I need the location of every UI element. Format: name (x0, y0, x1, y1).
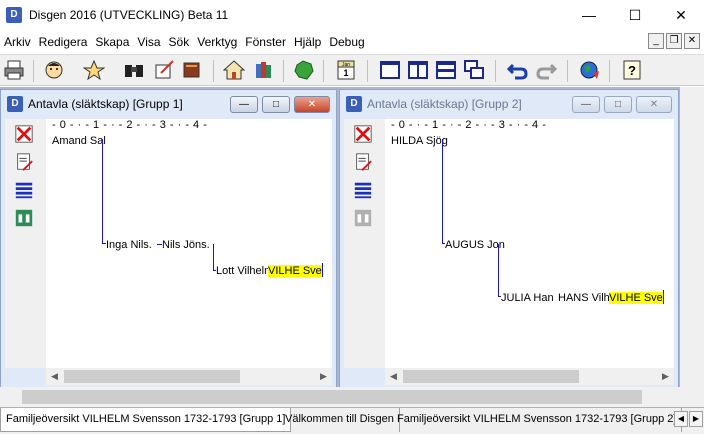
toolbar: Jan 1 ? (0, 54, 704, 86)
window-hscroll[interactable]: ◀ ▶ (385, 368, 674, 385)
menu-debug[interactable]: Debug (325, 35, 368, 49)
book-icon[interactable] (180, 58, 204, 82)
tab-scroll-right-icon[interactable]: ▶ (689, 411, 703, 427)
menu-arkiv[interactable]: Arkiv (0, 35, 35, 49)
person-generation-1-father[interactable]: Nils Jöns. (162, 239, 210, 251)
list-view-icon[interactable] (13, 179, 35, 201)
workspace-vscroll[interactable] (680, 87, 704, 387)
pedigree-canvas[interactable]: - 0 - · - 1 - · - 2 - · - 3 - · - 4 - HI… (385, 119, 674, 368)
delete-icon[interactable] (13, 123, 35, 145)
svg-text:1: 1 (343, 68, 348, 78)
scroll-right-arrow[interactable]: ▶ (657, 368, 674, 385)
menu-bar: Arkiv Redigera Skapa Visa Sök Verktyg Fö… (0, 31, 704, 53)
minimize-button[interactable]: — (566, 0, 612, 30)
window-icon: D (346, 96, 362, 112)
binoculars-icon[interactable] (122, 58, 146, 82)
search-binoculars-icon[interactable] (352, 207, 374, 229)
window-caption-title: Antavla (släktskap) [Grupp 1] (28, 97, 183, 111)
workspace-hscroll[interactable] (0, 387, 704, 407)
scroll-thumb[interactable] (403, 370, 579, 383)
child-close-button[interactable]: ✕ (294, 96, 330, 113)
side-toolbar (344, 119, 385, 368)
help-icon[interactable]: ? (620, 58, 644, 82)
tab-welcome[interactable]: Välkommen till Disgen (280, 408, 400, 432)
map-icon[interactable] (292, 58, 316, 82)
menu-hjalp[interactable]: Hjälp (290, 35, 325, 49)
person-generation-2-selected[interactable]: VILHE Sve (609, 292, 663, 304)
pedigree-window-group-1[interactable]: D Antavla (släktskap) [Grupp 1] — □ ✕ - … (0, 89, 337, 389)
generation-ruler: - 0 - · - 1 - · - 2 - · - 3 - · - 4 - (391, 119, 547, 131)
tab-family-overview-group-1[interactable]: Familjeöversikt VILHELM Svensson 1732-17… (0, 408, 292, 432)
person-generation-2-mother[interactable]: JULIA Han (501, 292, 554, 304)
layout-cascade-icon[interactable] (462, 58, 486, 82)
window-tab-bar: Familjeöversikt VILHELM Svensson 1732-17… (0, 407, 704, 434)
person-generation-0[interactable]: HILDA Sjög (391, 135, 448, 147)
child-maximize-button[interactable]: □ (604, 96, 632, 113)
child-maximize-button[interactable]: □ (262, 96, 290, 113)
pedigree-canvas[interactable]: - 0 - · - 1 - · - 2 - · - 3 - · - 4 - Am… (46, 119, 332, 368)
child-minimize-button[interactable]: — (572, 96, 600, 113)
globe-icon[interactable] (578, 58, 602, 82)
person-generation-1[interactable]: AUGUS Jon (445, 239, 505, 251)
scroll-thumb[interactable] (64, 370, 240, 383)
close-button[interactable]: ✕ (658, 0, 704, 30)
side-toolbar (5, 119, 46, 368)
person-generation-1-mother[interactable]: Inga Nils. (106, 239, 152, 251)
window-title: Disgen 2016 (UTVECKLING) Beta 11 (29, 8, 229, 22)
menu-verktyg[interactable]: Verktyg (193, 35, 241, 49)
title-bar: D Disgen 2016 (UTVECKLING) Beta 11 — ☐ ✕ (0, 0, 704, 30)
window-caption[interactable]: D Antavla (släktskap) [Grupp 1] — □ ✕ (1, 90, 336, 118)
delete-icon[interactable] (352, 123, 374, 145)
home-icon[interactable] (222, 58, 246, 82)
mdi-controls: _ ❐ ✕ (648, 33, 700, 49)
window-hscroll[interactable]: ◀ ▶ (46, 368, 332, 385)
person-star-icon[interactable] (82, 58, 106, 82)
person-icon[interactable] (42, 58, 66, 82)
scroll-left-arrow[interactable]: ◀ (385, 368, 402, 385)
person-generation-2-mother[interactable]: Lott Vilhelm (216, 265, 273, 277)
maximize-button[interactable]: ☐ (612, 0, 658, 30)
edit-document-icon[interactable] (352, 151, 374, 173)
mdi-minimize-button[interactable]: _ (648, 33, 664, 49)
list-view-icon[interactable] (352, 179, 374, 201)
menu-skapa[interactable]: Skapa (91, 35, 133, 49)
pedigree-window-group-2[interactable]: D Antavla (släktskap) [Grupp 2] — □ ✕ - … (339, 89, 679, 389)
person-generation-2-selected[interactable]: VILHE Sve (268, 265, 322, 277)
window-caption-title: Antavla (släktskap) [Grupp 2] (367, 97, 522, 111)
printer-icon[interactable] (2, 58, 26, 82)
window-icon: D (7, 96, 23, 112)
menu-visa[interactable]: Visa (133, 35, 164, 49)
layout-single-icon[interactable] (378, 58, 402, 82)
scroll-left-arrow[interactable]: ◀ (46, 368, 63, 385)
mdi-restore-button[interactable]: ❐ (666, 33, 682, 49)
tab-scroll-left-icon[interactable]: ◀ (674, 411, 688, 427)
svg-text:?: ? (628, 63, 636, 78)
person-generation-2-father[interactable]: HANS Vilhe (558, 292, 616, 304)
mdi-workspace: D Antavla (släktskap) [Grupp 1] — □ ✕ - … (0, 87, 704, 407)
mdi-close-button[interactable]: ✕ (684, 33, 700, 49)
menu-fonster[interactable]: Fönster (241, 35, 290, 49)
generation-ruler: - 0 - · - 1 - · - 2 - · - 3 - · - 4 - (52, 119, 208, 131)
menu-sok[interactable]: Sök (165, 35, 194, 49)
calendar-icon[interactable]: Jan 1 (334, 58, 358, 82)
child-close-button[interactable]: ✕ (636, 96, 672, 113)
layout-rows-icon[interactable] (434, 58, 458, 82)
search-binoculars-icon[interactable] (13, 207, 35, 229)
tab-family-overview-group-2[interactable]: Familjeöversikt VILHELM Svensson 1732-17… (392, 408, 683, 432)
child-minimize-button[interactable]: — (230, 96, 258, 113)
workspace-scroll-thumb[interactable] (22, 390, 642, 404)
app-icon: D (6, 7, 22, 23)
books-icon[interactable] (252, 58, 276, 82)
menu-redigera[interactable]: Redigera (35, 35, 92, 49)
edit-document-icon[interactable] (13, 151, 35, 173)
redo-icon[interactable] (534, 58, 558, 82)
layout-two-col-icon[interactable] (406, 58, 430, 82)
person-generation-0[interactable]: Amand Sal (52, 135, 106, 147)
undo-icon[interactable] (506, 58, 530, 82)
window-caption[interactable]: D Antavla (släktskap) [Grupp 2] — □ ✕ (340, 90, 678, 118)
scroll-right-arrow[interactable]: ▶ (315, 368, 332, 385)
writing-icon[interactable] (152, 58, 176, 82)
